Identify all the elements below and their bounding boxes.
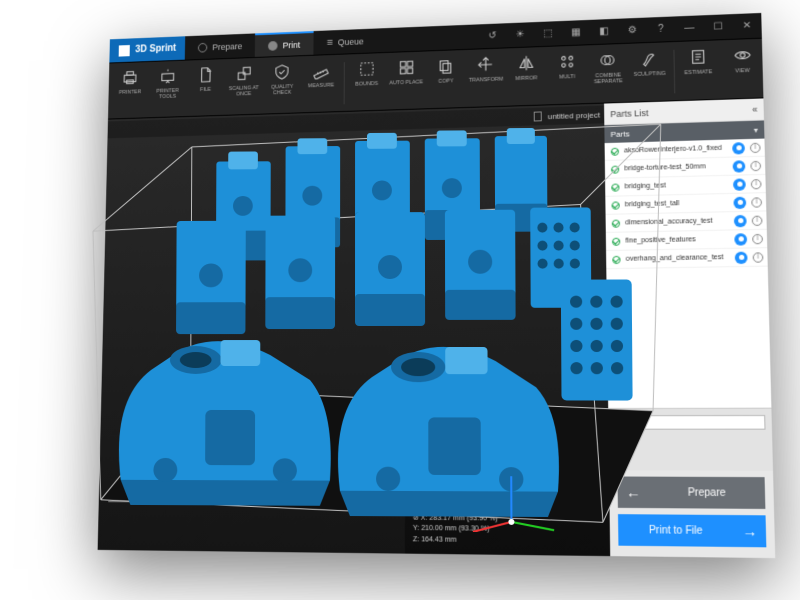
mirror-icon — [516, 53, 536, 73]
render-overlay — [41, 89, 695, 533]
tool-label: VIEW — [735, 68, 750, 74]
info-icon[interactable]: i — [753, 252, 764, 262]
multi-icon — [557, 52, 577, 72]
collapse-icon[interactable]: » — [752, 104, 757, 114]
copy-icon — [436, 56, 456, 76]
tool-label: AUTO PLACE — [389, 79, 423, 86]
estimate-icon — [688, 47, 709, 68]
arrow-right-icon: → — [734, 522, 767, 539]
app-brand: 3D Sprint — [109, 36, 185, 62]
tab-print[interactable]: Print — [255, 31, 313, 57]
status-z: Z: 164.43 mm — [413, 535, 602, 548]
app-name: 3D Sprint — [135, 43, 176, 55]
visibility-icon[interactable] — [735, 251, 748, 263]
visibility-icon[interactable] — [733, 160, 746, 172]
printer-tools-icon — [159, 67, 178, 86]
visibility-icon[interactable] — [733, 196, 746, 208]
tab-label: Print — [283, 40, 301, 50]
tab-prepare[interactable]: Prepare — [185, 33, 255, 59]
scaling-icon — [234, 64, 253, 84]
measure-icon — [311, 61, 330, 81]
tab-label: Queue — [338, 36, 364, 47]
minimize-icon[interactable]: — — [675, 15, 704, 42]
tool-multi[interactable]: MULTI — [547, 49, 586, 83]
tab-queue[interactable]: ≡ Queue — [313, 29, 377, 55]
combine-icon — [598, 50, 618, 70]
quality-icon — [273, 62, 292, 82]
info-icon[interactable]: i — [751, 197, 762, 207]
tool-bounds[interactable]: BOUNDS — [348, 57, 385, 90]
maximize-icon[interactable]: ☐ — [703, 14, 732, 41]
queue-icon: ≡ — [327, 36, 333, 48]
view-icon — [732, 45, 753, 66]
tab-label: Prepare — [212, 41, 242, 52]
visibility-icon[interactable] — [732, 142, 745, 154]
tool-label: BOUNDS — [355, 81, 378, 88]
print-icon — [268, 41, 278, 51]
visibility-icon[interactable] — [733, 178, 746, 190]
app-logo-icon — [119, 45, 130, 57]
tool-label: COMBINE SEPARATE — [589, 72, 628, 85]
tool-label: SCULPTING — [633, 71, 665, 78]
tool-label: ESTIMATE — [684, 69, 712, 76]
info-icon[interactable]: i — [751, 179, 762, 189]
tool-auto-place[interactable]: AUTO PLACE — [387, 55, 425, 88]
help-icon[interactable]: ? — [646, 16, 675, 43]
close-icon[interactable]: ✕ — [732, 12, 762, 39]
tool-label: TRANSFORM — [469, 77, 503, 84]
visibility-icon[interactable] — [734, 214, 747, 226]
sculpting-icon — [639, 48, 660, 68]
tool-label: MIRROR — [515, 75, 537, 82]
tool-label: MEASURE — [308, 83, 334, 90]
tool-mirror[interactable]: MIRROR — [507, 51, 546, 84]
tool-measure[interactable]: MEASURE — [302, 59, 339, 92]
settings-icon[interactable]: ⚙ — [618, 17, 647, 44]
tool-label: MULTI — [559, 74, 575, 80]
sys-view1-icon[interactable]: ⬚ — [534, 21, 562, 47]
tool-copy[interactable]: COPY — [427, 54, 465, 87]
compass-icon — [198, 42, 207, 52]
sys-display-icon[interactable]: ☀ — [506, 22, 534, 48]
file-icon — [196, 65, 215, 85]
bounds-icon — [357, 59, 376, 79]
sys-view3-icon[interactable]: ◧ — [590, 18, 619, 44]
tool-transform[interactable]: TRANSFORM — [467, 52, 505, 85]
tool-sculpting[interactable]: SCULPTING — [629, 46, 669, 80]
visibility-icon[interactable] — [734, 233, 747, 245]
sys-undo-icon[interactable]: ↺ — [479, 23, 507, 49]
info-icon[interactable]: i — [750, 142, 761, 152]
sys-view2-icon[interactable]: ▦ — [562, 19, 590, 45]
toolbar-separator — [673, 50, 675, 93]
auto-place-icon — [396, 58, 415, 78]
transform-icon — [476, 55, 496, 75]
info-icon[interactable]: i — [750, 160, 761, 170]
info-icon[interactable]: i — [752, 233, 763, 243]
tool-view[interactable]: VIEW — [722, 43, 763, 77]
tool-file[interactable]: FILE — [187, 63, 224, 95]
tool-estimate[interactable]: ESTIMATE — [678, 44, 719, 78]
tool-label: COPY — [438, 78, 453, 84]
info-icon[interactable]: i — [752, 215, 763, 225]
printer-icon — [121, 68, 140, 87]
tool-combine[interactable]: COMBINE SEPARATE — [588, 48, 628, 88]
chevron-down-icon: ▾ — [754, 125, 758, 134]
